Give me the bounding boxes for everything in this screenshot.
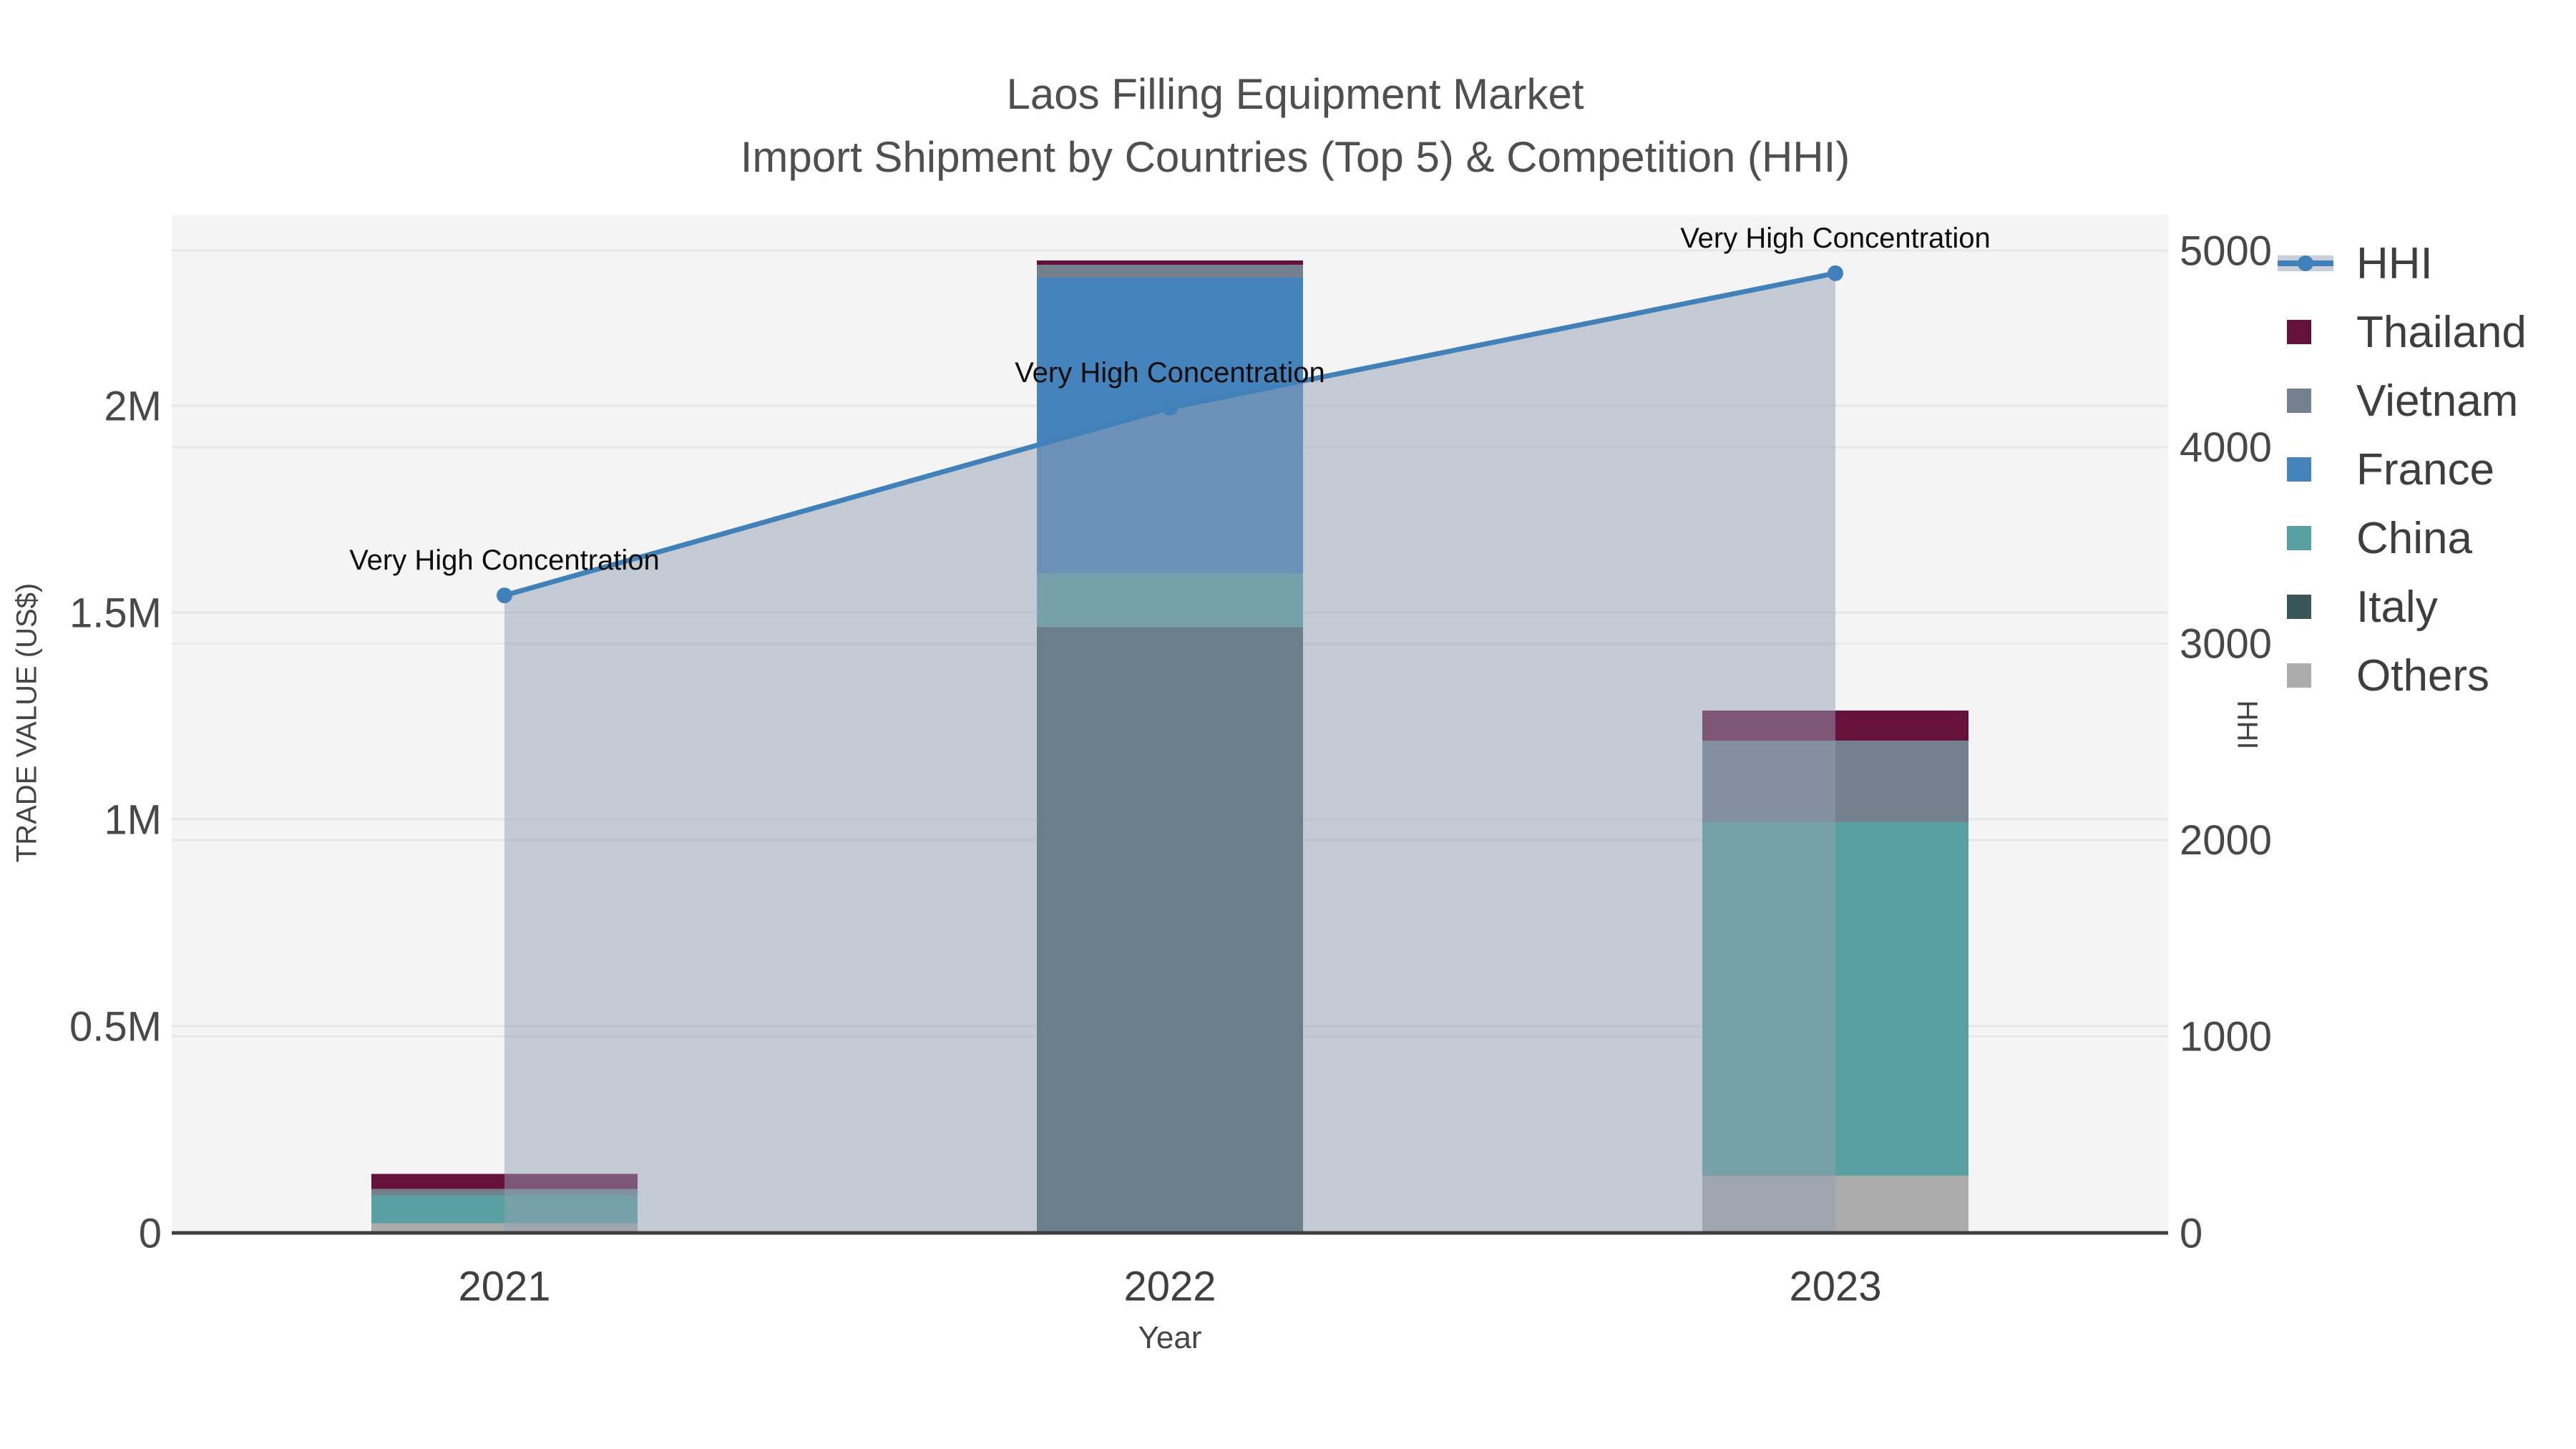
annotation-2022: Very High Concentration	[1015, 357, 1325, 389]
legend-line-sample-icon	[2278, 229, 2341, 298]
x-tick-2021: 2021	[458, 1263, 550, 1309]
legend-color-swatch	[2287, 389, 2311, 413]
annotation-2023: Very High Concentration	[1680, 223, 1991, 254]
y-left-tick-1.5M: 1.5M	[69, 590, 162, 636]
x-tick-2023: 2023	[1789, 1263, 1881, 1309]
y-right-tick-0: 0	[2180, 1210, 2202, 1257]
legend-swatch-icon	[2278, 366, 2341, 435]
legend-item-vietnam[interactable]: Vietnam	[2278, 366, 2527, 435]
legend-item-label: Others	[2356, 650, 2490, 701]
legend-item-label: HHI	[2356, 238, 2433, 288]
legend-color-swatch	[2287, 663, 2311, 688]
legend-swatch-icon	[2278, 641, 2341, 710]
y-right-tick-5000: 5000	[2180, 228, 2272, 275]
figure: 0 0.5M 1M 1.5M 2M 0 1000 2000 3000 4000 5000 2021 20…	[0, 0, 2576, 1449]
legend-color-swatch	[2287, 320, 2311, 344]
hhi-marker-2022[interactable]	[1162, 399, 1178, 416]
legend-swatch-icon	[2278, 572, 2341, 641]
y-left-tick-0.5M: 0.5M	[69, 1003, 162, 1050]
y-left-tick-0: 0	[139, 1210, 162, 1257]
legend-swatch-icon	[2278, 298, 2341, 366]
bar-segment-vietnam-2022[interactable]	[1037, 264, 1303, 278]
chart-canvas: 0 0.5M 1M 1.5M 2M 0 1000 2000 3000 4000 5000 2021 20…	[69, 215, 2272, 1309]
chart-title-line1: Laos Filling Equipment Market	[1006, 70, 1584, 118]
y-left-axis-title: TRADE VALUE (US$)	[11, 582, 43, 863]
annotation-2021: Very High Concentration	[349, 545, 660, 576]
x-tick-2022: 2022	[1123, 1263, 1216, 1309]
hhi-marker-2021[interactable]	[497, 587, 512, 604]
legend-item-label: Italy	[2356, 582, 2438, 632]
bar-segment-thailand-2022[interactable]	[1037, 260, 1303, 265]
legend-line-marker	[2298, 255, 2313, 271]
legend-color-swatch	[2287, 526, 2311, 550]
legend-item-label: Vietnam	[2356, 376, 2519, 426]
legend: HHI Thailand Vietnam France China Italy Others	[2278, 229, 2527, 710]
y-right-tick-3000: 3000	[2180, 621, 2272, 668]
legend-color-swatch	[2287, 595, 2311, 619]
y-right-tick-2000: 2000	[2180, 817, 2272, 864]
legend-item-thailand[interactable]: Thailand	[2278, 298, 2527, 366]
chart-title: Laos Filling Equipment Market Import Shi…	[0, 63, 2576, 189]
legend-color-swatch	[2287, 457, 2311, 482]
legend-item-label: France	[2356, 444, 2494, 494]
legend-item-label: Thailand	[2356, 307, 2527, 357]
y-right-tick-1000: 1000	[2180, 1014, 2272, 1060]
legend-swatch-icon	[2278, 435, 2341, 504]
y-left-tick-2M: 2M	[104, 383, 162, 429]
legend-item-label: China	[2356, 513, 2472, 563]
legend-item-others[interactable]: Others	[2278, 641, 2527, 710]
y-right-tick-4000: 4000	[2180, 424, 2272, 471]
legend-swatch-icon	[2278, 504, 2341, 572]
legend-item-china[interactable]: China	[2278, 504, 2527, 572]
y-right-axis-title: HHI	[2231, 700, 2263, 750]
chart-title-line2: Import Shipment by Countries (Top 5) & C…	[740, 133, 1850, 181]
x-axis-title: Year	[1138, 1320, 1202, 1355]
y-left-tick-1M: 1M	[104, 796, 162, 843]
legend-item-italy[interactable]: Italy	[2278, 572, 2527, 641]
legend-item-hhi[interactable]: HHI	[2278, 229, 2527, 298]
legend-item-france[interactable]: France	[2278, 435, 2527, 504]
hhi-marker-2023[interactable]	[1828, 265, 1843, 281]
